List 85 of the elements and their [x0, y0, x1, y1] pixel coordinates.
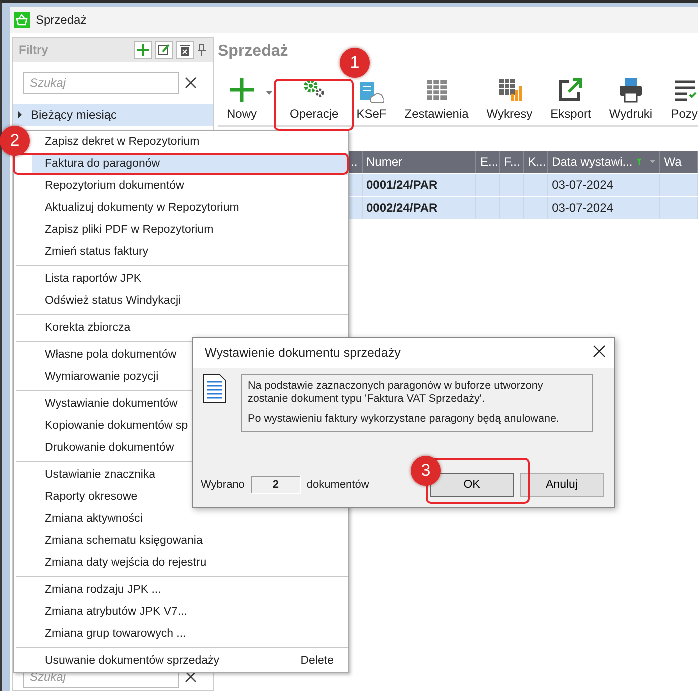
menu-item[interactable]: Zmiana schematu księgowania	[32, 530, 348, 552]
add-button[interactable]	[134, 41, 152, 59]
table-row[interactable]: 0001/24/PAR 03-07-2024	[347, 174, 698, 196]
close-icon	[185, 77, 197, 89]
menu-label: Zapisz pliki PDF w Repozytorium	[45, 224, 214, 236]
message-text: Na podstawie zaznaczonych paragonów w buforze utworzony zostanie dokument typu 'Faktura VAT Sprzedaży'.	[248, 380, 544, 406]
menu-item[interactable]: Zapisz pliki PDF w Repozytorium	[32, 219, 348, 241]
document-icon	[203, 374, 227, 404]
count-suffix: dokumentów	[306, 479, 370, 491]
window-title: Sprzedaż	[36, 13, 87, 27]
count-field: 2	[250, 476, 301, 494]
close-icon	[593, 345, 606, 358]
tree-item[interactable]: Bieżący miesiąc	[13, 104, 213, 126]
toolbar-button[interactable]: Operacje	[281, 76, 348, 121]
menu-label: Zmiana schematu księgowania	[45, 535, 203, 547]
menu-label: Zmiana rodzaju JPK ...	[45, 584, 162, 596]
plus-icon	[137, 44, 149, 56]
cancel-button[interactable]: Anuluj	[520, 473, 604, 497]
menu-label: Zmiana atrybutów JPK V7...	[45, 606, 188, 618]
column-header[interactable]: K...	[528, 155, 546, 169]
menu-item[interactable]: Zmiana daty wejścia do rejestru	[32, 552, 348, 574]
expand-arrow-icon	[17, 111, 25, 119]
menu-item[interactable]: Aktualizuj dokumenty w Repozytorium	[32, 197, 348, 219]
cloud-document-icon	[360, 82, 384, 104]
plus-icon	[228, 76, 256, 104]
toolbar-button[interactable]: Zestawienia	[396, 76, 478, 121]
toolbar-button[interactable]: Wykresy	[478, 76, 542, 121]
menu-label: Repozytorium dokumentów	[45, 180, 184, 192]
trash-icon	[179, 44, 191, 56]
table-cell: 03-07-2024	[552, 178, 614, 192]
menu-label: Zmiana aktywności	[45, 513, 143, 525]
menu-label: Zapisz dekret w Repozytorium	[45, 136, 200, 148]
column-header[interactable]: Wa	[664, 155, 682, 169]
menu-item[interactable]: Repozytorium dokumentów	[32, 175, 348, 197]
menu-item[interactable]: Zmień status faktury	[32, 241, 348, 263]
table-row[interactable]: 0002/24/PAR 03-07-2024	[347, 197, 698, 219]
menu-label: Lista raportów JPK	[45, 273, 142, 285]
tree-label: Bieżący miesiąc	[31, 108, 118, 122]
toolbar-button[interactable]: Eksport	[542, 76, 600, 121]
close-icon	[185, 671, 197, 683]
menu-item[interactable]: Zmiana aktywności	[32, 508, 348, 530]
menu-label: Drukowanie dokumentów	[45, 442, 174, 454]
table-cell: 0002/24/PAR	[366, 201, 438, 215]
menu-label: Faktura do paragonów	[45, 158, 160, 170]
pin-icon	[197, 44, 207, 56]
toolbar-button[interactable]: Wydruki	[600, 76, 662, 121]
column-header[interactable]: E...	[480, 155, 498, 169]
menu-item[interactable]: Korekta zbiorcza	[32, 317, 348, 339]
menu-item[interactable]: Lista raportów JPK	[32, 268, 348, 290]
menu-item[interactable]: Zapisz dekret w Repozytorium	[32, 131, 348, 153]
export-icon	[557, 76, 585, 104]
panel-title: Filtry	[19, 43, 50, 57]
menu-item[interactable]: Zmiana atrybutów JPK V7...	[32, 601, 348, 623]
toolbar-button[interactable]: KSeF	[348, 82, 396, 121]
basket-icon	[14, 12, 30, 28]
menu-label: Raporty okresowe	[45, 491, 138, 503]
sort-caret-icon	[650, 159, 656, 165]
search-field[interactable]: Szukaj	[23, 72, 179, 94]
menu-label: Zmiana grup towarowych ...	[45, 628, 186, 640]
message-text: Po wystawieniu faktury wykorzystane paragony będą anulowane.	[248, 413, 560, 426]
column-header[interactable]: Data wystawi...	[552, 155, 633, 169]
toolbar-button[interactable]: Nowy	[218, 76, 266, 121]
table-cell: 0001/24/PAR	[366, 178, 438, 192]
menu-label: Usuwanie dokumentów sprzedaży	[45, 655, 220, 667]
toolbar-button[interactable]: Pozy	[662, 76, 698, 121]
column-header[interactable]: ..	[351, 155, 358, 169]
dialog-title: Wystawienie dokumentu sprzedaży	[205, 346, 402, 360]
menu-label: Zmień status faktury	[45, 246, 149, 258]
delete-button[interactable]	[176, 41, 194, 59]
column-header[interactable]: Numer	[366, 155, 403, 169]
edit-button[interactable]	[155, 41, 173, 59]
edit-icon	[158, 44, 170, 56]
menu-item[interactable]: Zmiana rodzaju JPK ...	[32, 579, 348, 601]
shortcut-label: Delete	[300, 655, 334, 667]
column-header[interactable]: F...	[504, 155, 520, 169]
menu-item[interactable]: Odśwież status Windykacji	[32, 290, 348, 312]
menu-label: Odśwież status Windykacji	[45, 295, 182, 307]
menu-label: Aktualizuj dokumenty w Repozytorium	[45, 202, 240, 214]
count-label: Wybrano	[201, 479, 245, 491]
section-title: Sprzedaż	[218, 42, 288, 62]
table-cell: 03-07-2024	[552, 201, 614, 215]
menu-item[interactable]: Zmiana grup towarowych ...	[32, 623, 348, 645]
menu-label: Korekta zbiorcza	[45, 322, 131, 334]
ok-button[interactable]: OK	[430, 473, 514, 497]
menu-label: Zmiana daty wejścia do rejestru	[45, 557, 207, 569]
